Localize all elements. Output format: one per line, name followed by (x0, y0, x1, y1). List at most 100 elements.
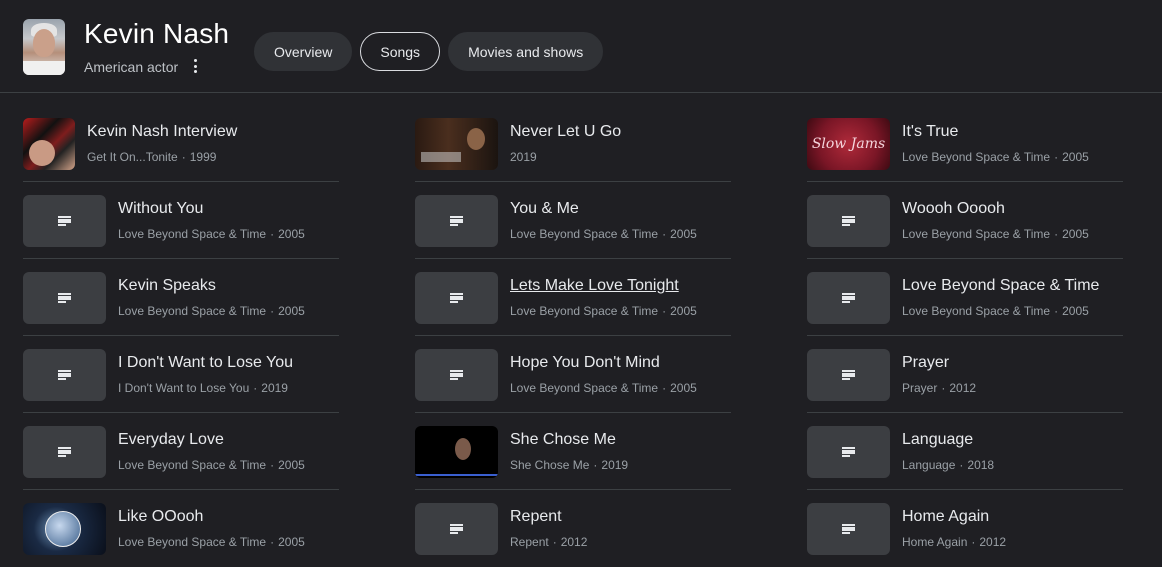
song-title[interactable]: Like OOooh (118, 508, 203, 526)
song-item[interactable]: Kevin Speaks Love Beyond Space & Time · 20… (23, 259, 339, 336)
tab-songs[interactable]: Songs (360, 32, 441, 71)
song-year: 1999 (189, 150, 217, 164)
song-title[interactable]: It's True (902, 123, 958, 141)
song-meta: Repent · 2012 (510, 535, 588, 549)
lyrics-icon (807, 349, 890, 401)
song-item[interactable]: Home Again Home Again · 2012 (807, 490, 1123, 567)
lyrics-icon (23, 195, 106, 247)
song-album: Language (902, 458, 956, 472)
lyrics-icon (415, 272, 498, 324)
song-title[interactable]: Prayer (902, 354, 949, 372)
song-item[interactable]: Woooh Ooooh Love Beyond Space & Time · 200… (807, 182, 1123, 259)
song-item[interactable]: Love Beyond Space & Time Love Beyond Spa… (807, 259, 1123, 336)
album-art-image (23, 118, 75, 170)
song-meta: Language · 2018 (902, 458, 995, 472)
song-title[interactable]: Never Let U Go (510, 123, 621, 141)
song-album: Love Beyond Space & Time (118, 304, 267, 318)
song-meta: She Chose Me · 2019 (510, 458, 629, 472)
song-item[interactable]: Kevin Nash Interview Get It On...Tonite ·… (23, 105, 339, 182)
avatar-shirt-shape (23, 61, 65, 75)
song-meta: Prayer · 2012 (902, 381, 977, 395)
lyrics-icon (415, 195, 498, 247)
song-item[interactable]: Slow Jams It's True Love Beyond Space & … (807, 105, 1123, 182)
tab-movies-and-shows[interactable]: Movies and shows (448, 32, 604, 71)
song-item[interactable]: Language Language · 2018 (807, 413, 1123, 490)
song-item[interactable]: Hope You Don't Mind Love Beyond Space & … (415, 336, 731, 413)
artist-header: Kevin Nash American actor Overview Songs… (0, 0, 1162, 93)
song-album: Love Beyond Space & Time (510, 304, 659, 318)
album-art-image: Slow Jams (807, 118, 890, 170)
more-options-icon[interactable] (190, 57, 200, 75)
song-item[interactable]: Repent Repent · 2012 (415, 490, 731, 567)
song-year: 2005 (1062, 227, 1089, 241)
song-meta: Love Beyond Space & Time · 2005 (118, 227, 305, 241)
song-meta: I Don't Want to Lose You · 2019 (118, 381, 288, 395)
lyrics-icon (23, 272, 106, 324)
song-title[interactable]: I Don't Want to Lose You (118, 354, 293, 372)
song-title[interactable]: Love Beyond Space & Time (902, 277, 1099, 295)
song-item[interactable]: Lets Make Love Tonight Love Beyond Space… (415, 259, 731, 336)
lyrics-icon (23, 426, 106, 478)
song-meta: Love Beyond Space & Time · 2005 (510, 381, 697, 395)
song-title[interactable]: Kevin Nash Interview (87, 123, 237, 141)
song-year: 2012 (949, 381, 977, 395)
avatar-face-shape (33, 29, 55, 57)
lyrics-icon (807, 426, 890, 478)
lyrics-icon (415, 503, 498, 555)
song-meta: Get It On...Tonite · 1999 (87, 150, 217, 164)
song-year: 2005 (1062, 304, 1089, 318)
song-album: Love Beyond Space & Time (510, 381, 659, 395)
song-item[interactable]: Prayer Prayer · 2012 (807, 336, 1123, 413)
tab-bar: Overview Songs Movies and shows (254, 32, 604, 71)
song-item[interactable]: Without You Love Beyond Space & Time · 200… (23, 182, 339, 259)
song-meta: Love Beyond Space & Time · 2005 (902, 227, 1089, 241)
song-item[interactable]: Like OOooh Love Beyond Space & Time · 2005 (23, 490, 339, 567)
song-year: 2005 (278, 458, 305, 472)
songs-column-2: Never Let U Go 2019 You & Me Love Beyond… (415, 105, 731, 567)
song-title[interactable]: Without You (118, 200, 203, 218)
song-year: 2019 (510, 150, 537, 164)
song-meta: Love Beyond Space & Time · 2005 (118, 535, 305, 549)
album-art-image (415, 426, 498, 478)
song-album: Home Again (902, 535, 968, 549)
artist-name: Kevin Nash (84, 18, 230, 49)
song-title[interactable]: Language (902, 431, 973, 449)
album-art-lettering: Slow Jams (811, 136, 886, 152)
song-album: She Chose Me (510, 458, 590, 472)
song-item[interactable]: She Chose Me She Chose Me · 2019 (415, 413, 731, 490)
song-title[interactable]: Lets Make Love Tonight (510, 277, 679, 295)
song-title[interactable]: You & Me (510, 200, 579, 218)
song-item[interactable]: Never Let U Go 2019 (415, 105, 731, 182)
song-album: Love Beyond Space & Time (510, 227, 659, 241)
song-album: Love Beyond Space & Time (902, 150, 1051, 164)
song-item[interactable]: Everyday Love Love Beyond Space & Time · 2… (23, 413, 339, 490)
song-title[interactable]: Home Again (902, 508, 989, 526)
lyrics-icon (415, 349, 498, 401)
song-year: 2012 (979, 535, 1007, 549)
song-meta: Love Beyond Space & Time · 2005 (902, 304, 1089, 318)
song-year: 2012 (560, 535, 588, 549)
song-year: 2005 (670, 304, 697, 318)
song-album: Love Beyond Space & Time (902, 304, 1051, 318)
song-album: Love Beyond Space & Time (118, 227, 267, 241)
album-art-image (415, 118, 498, 170)
tab-overview[interactable]: Overview (254, 32, 353, 71)
song-item[interactable]: You & Me Love Beyond Space & Time · 2005 (415, 182, 731, 259)
lyrics-icon (807, 503, 890, 555)
song-year: 2019 (601, 458, 629, 472)
song-album: I Don't Want to Lose You (118, 381, 250, 395)
lyrics-icon (23, 349, 106, 401)
song-album: Repent (510, 535, 549, 549)
song-item[interactable]: I Don't Want to Lose You I Don't Want to… (23, 336, 339, 413)
song-year: 2005 (1062, 150, 1089, 164)
song-title[interactable]: Kevin Speaks (118, 277, 216, 295)
song-title[interactable]: She Chose Me (510, 431, 616, 449)
artist-avatar[interactable] (23, 19, 65, 75)
song-title[interactable]: Repent (510, 508, 562, 526)
lyrics-icon (807, 195, 890, 247)
song-title[interactable]: Woooh Ooooh (902, 200, 1005, 218)
song-album: Love Beyond Space & Time (902, 227, 1051, 241)
song-title[interactable]: Everyday Love (118, 431, 224, 449)
song-title[interactable]: Hope You Don't Mind (510, 354, 660, 372)
song-year: 2005 (670, 227, 697, 241)
